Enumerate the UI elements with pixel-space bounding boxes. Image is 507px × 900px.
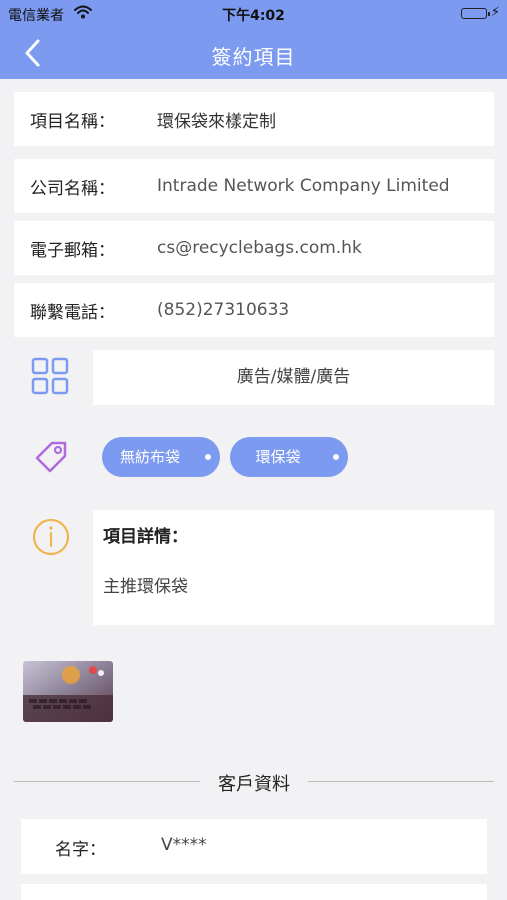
email-label: 電子郵箱： [30,240,115,261]
company-name-label: 公司名稱： [30,178,115,199]
company-name-value: Intrade Network Company Limited [157,176,450,196]
section-divider [308,781,494,782]
grid-icon [30,356,74,400]
details-body: 主推環保袋 [103,577,188,597]
tag-chip-label: 環保袋 [255,448,301,466]
category-value: 廣告/媒體/廣告 [93,350,494,405]
customer-name-value: V**** [161,835,207,855]
details-card: 項目詳情： 主推環保袋 [93,510,494,625]
status-bar: 電信業者 下午4:02 ⚡ [0,0,507,28]
page-title: 簽約項目 [211,45,296,69]
nav-bar: 簽約項目 [0,28,507,79]
phone-row: 聯繫電話： (852)27310633 [14,283,494,337]
tag-chip-label: 無紡布袋 [119,448,180,466]
company-name-row: 公司名稱： Intrade Network Company Limited [14,159,494,213]
tag-chip-1[interactable]: 無紡布袋 [102,437,220,477]
phone-value[interactable]: (852)27310633 [157,300,289,320]
status-time: 下午4:02 [222,8,285,24]
battery-icon [461,8,490,19]
tag-chip-2[interactable]: 環保袋 [230,437,348,477]
project-name-value: 環保袋來樣定制 [157,111,276,132]
tag-dot-icon [205,454,211,460]
details-heading: 項目詳情： [103,527,188,547]
customer-name-row: 名字： V**** [21,819,487,874]
customer-section-header: 客戶資料 [14,770,494,795]
phone-label: 聯繫電話： [30,302,115,323]
customer-name-label: 名字： [55,840,106,860]
charging-icon: ⚡ [490,5,500,20]
project-name-label: 項目名稱： [30,111,115,132]
email-row: 電子郵箱： cs@recyclebags.com.hk [14,221,494,275]
customer-next-row [21,884,487,900]
customer-section-title: 客戶資料 [218,774,290,795]
attachment-image-thumbnail[interactable] [23,661,113,722]
project-name-row: 項目名稱： 環保袋來樣定制 [14,92,494,146]
tag-dot-icon [333,454,339,460]
tag-icon [30,436,74,480]
email-value[interactable]: cs@recyclebags.com.hk [157,238,362,258]
info-icon [30,516,74,560]
